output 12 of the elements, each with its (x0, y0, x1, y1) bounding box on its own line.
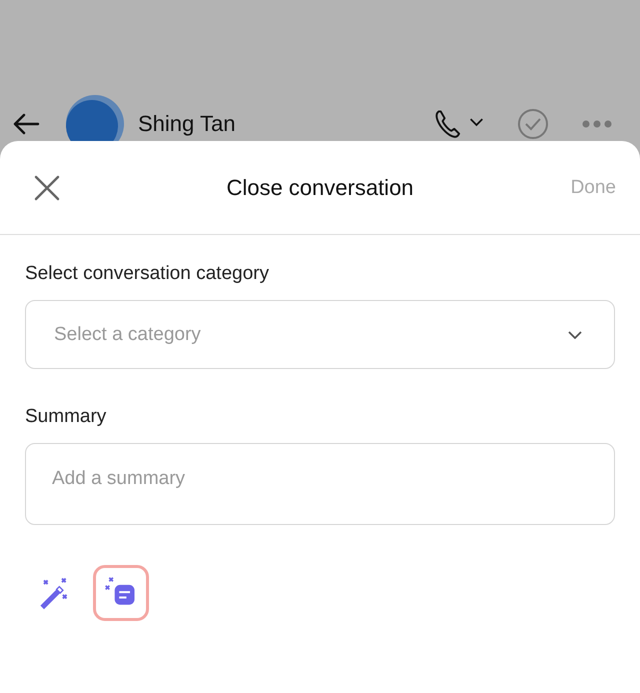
category-input[interactable]: Select a category (52, 322, 568, 346)
close-icon[interactable] (34, 174, 60, 200)
category-dropdown[interactable]: Select a category (25, 300, 615, 369)
checkmark-circle-icon[interactable] (517, 108, 549, 140)
summary-input[interactable]: Add a summary (25, 443, 615, 525)
field-label: Summary (25, 406, 106, 428)
field-label: Select conversation category (25, 263, 269, 285)
sheet-title: Close conversation (226, 174, 414, 200)
back-arrow-icon[interactable] (12, 112, 40, 136)
summarize-icon[interactable] (93, 565, 149, 621)
chevron-down-icon (568, 330, 582, 338)
contact-name: Shing Tan (138, 111, 236, 137)
